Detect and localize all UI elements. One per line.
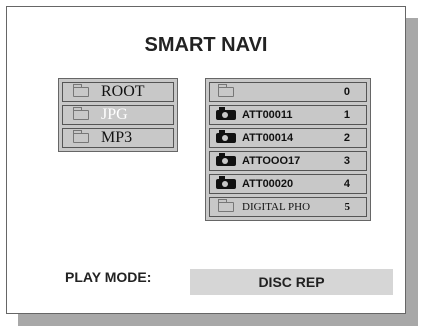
file-index: 0	[343, 86, 350, 98]
file-name: ATT00020	[242, 178, 294, 190]
folder-icon	[218, 199, 234, 212]
folder-icon	[218, 84, 234, 97]
file-list: 0 ATT00011 1 ATT00014 2 ATTOOO17 3 ATT00…	[205, 78, 371, 221]
file-index: 4	[343, 178, 350, 190]
camera-icon	[216, 153, 236, 166]
file-index: 2	[343, 132, 350, 144]
file-name: ATTOOO17	[242, 155, 301, 167]
file-row[interactable]: ATT00011 1	[209, 105, 367, 125]
folder-label: MP3	[101, 129, 133, 146]
folder-item-root[interactable]: ROOT	[62, 82, 174, 102]
file-index: 1	[343, 109, 350, 121]
file-index: 3	[343, 155, 350, 167]
folder-icon	[73, 107, 89, 120]
file-row[interactable]: DIGITAL PHO 5	[209, 197, 367, 217]
folder-label: ROOT	[101, 83, 145, 100]
play-mode-value[interactable]: DISC REP	[190, 269, 393, 295]
folder-icon	[73, 84, 89, 97]
folder-label: JPG	[101, 106, 128, 123]
folder-icon	[73, 130, 89, 143]
file-name: ATT00011	[242, 109, 293, 121]
file-row[interactable]: ATTOOO17 3	[209, 151, 367, 171]
file-row[interactable]: ATT00020 4	[209, 174, 367, 194]
file-name: DIGITAL PHO	[242, 201, 311, 213]
file-row[interactable]: ATT00014 2	[209, 128, 367, 148]
folder-list: ROOT JPG MP3	[58, 78, 178, 152]
smart-navi-panel: SMART NAVI ROOT JPG MP3 0 ATT00011 1 ATT…	[6, 6, 406, 314]
folder-item-jpg[interactable]: JPG	[62, 105, 174, 125]
file-row[interactable]: 0	[209, 82, 367, 102]
file-index: 5	[344, 201, 351, 213]
camera-icon	[216, 176, 236, 189]
camera-icon	[216, 107, 236, 120]
camera-icon	[216, 130, 236, 143]
page-title: SMART NAVI	[144, 34, 268, 56]
play-mode-label: PLAY MODE:	[65, 269, 152, 285]
file-name: ATT00014	[242, 132, 294, 144]
folder-item-mp3[interactable]: MP3	[62, 128, 174, 148]
